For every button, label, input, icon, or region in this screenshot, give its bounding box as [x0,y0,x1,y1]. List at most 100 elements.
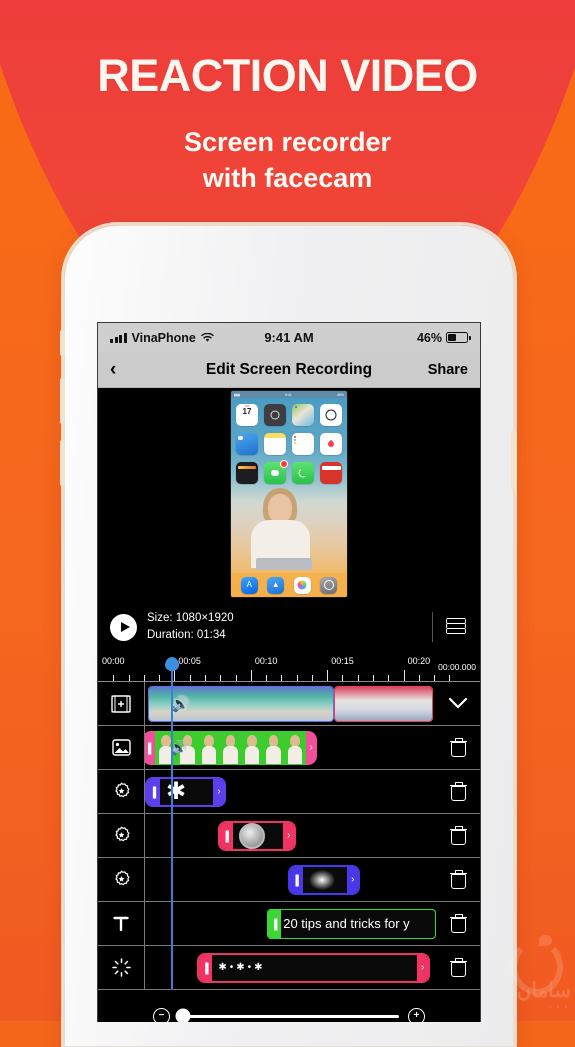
zoom-slider-handle[interactable] [175,1008,191,1022]
clip-glyph-stars: ✱•✱•✱ [218,962,266,973]
promo-header: REACTION VIDEO Screen recorder with face… [0,0,575,197]
trash-icon[interactable] [436,958,480,977]
home-screen-grid: JAN 17 [236,404,342,484]
ruler-label: 00:20 [407,656,431,666]
ruler-label: 00:05 [178,656,201,666]
nav-title: Edit Screen Recording [205,360,373,378]
trash-icon[interactable] [436,782,480,801]
share-button[interactable]: Share [420,362,468,378]
power-button[interactable] [511,430,516,490]
track-clip-area[interactable]: || ✱ › [145,770,436,813]
zoom-slider[interactable] [175,1008,399,1022]
zoom-bar: − + [98,990,480,1022]
dock-icon-files: ▲ [267,576,285,594]
clip-handle-left[interactable]: || [268,909,282,938]
timeline-tracks: 🔊 || › 🔊 || ✱ › || › || › || 20 tips and tricks for … [98,682,480,990]
trash-icon[interactable] [436,738,480,757]
ruler-tick [327,670,329,681]
current-time-label: 00:00.000 [438,662,476,672]
magnifier-minus-icon[interactable]: − [153,1007,170,1022]
image-icon[interactable] [98,726,145,769]
playhead[interactable] [170,682,173,990]
badge-count [280,460,288,468]
volume-up-button[interactable] [60,378,65,424]
clip-thumbnails [335,686,433,721]
app-icon-maps [292,404,314,426]
promo-subtitle-line1: Screen recorder [183,127,392,157]
clip-handle-left[interactable]: || [147,778,160,805]
clip-handle-right[interactable]: › [417,954,429,981]
app-icon-clock [320,404,342,426]
signal-icon [110,332,127,343]
clip-handle-right[interactable]: › [213,778,225,805]
chevron-down-icon[interactable] [436,697,480,710]
sticker-icon[interactable] [98,770,145,813]
video-preview[interactable]: ▮▮▮ 9:41 46% JAN 17 A ▲ [98,388,480,600]
status-bar: VinaPhone 9:41 AM 46% [98,323,480,352]
clip-handle-right[interactable]: › [347,866,359,893]
playhead-marker[interactable] [164,657,179,681]
circle-sticker-clip[interactable]: || › [217,820,297,851]
app-icon-notes [264,433,286,455]
preview-status-bar: ▮▮▮ 9:41 46% [231,391,347,398]
track-clip-area[interactable]: || › [145,814,436,857]
second-video-clip[interactable] [334,685,434,722]
magnifier-plus-icon[interactable]: + [408,1007,425,1022]
dock-icon-settings [320,576,338,594]
sparkle-sticker-clip[interactable]: || ✱ › [145,776,227,807]
track-clip-area[interactable]: || › [145,858,436,901]
track-clip-area[interactable]: 🔊 [145,682,436,725]
battery-percent-label: 46% [416,330,442,345]
track-clip-area[interactable]: || ✱•✱•✱ › [145,946,436,989]
ruler-tick [388,675,390,681]
clip-handle-left[interactable]: || [219,822,233,849]
ruler-label: 00:10 [254,656,278,666]
video-size-label: Size: 1080×1920 [147,612,234,625]
blur-sticker-clip[interactable]: || › [287,864,361,895]
trash-icon[interactable] [436,826,480,845]
ruler-tick [449,675,451,681]
effect-clip[interactable]: || ✱•✱•✱ › [197,952,431,983]
clip-handle-left[interactable]: || [199,954,213,981]
sticker-icon[interactable] [98,858,145,901]
ruler-tick [220,675,222,681]
clip-handle-left[interactable]: || [289,866,303,893]
app-icon-phone [292,462,314,484]
silent-switch[interactable] [60,330,65,356]
timeline-ruler[interactable]: 00:00.000 00:00 00:05 00:10 00:15 00:20 [98,654,480,682]
dock-icon-app-store: A [240,576,258,594]
trash-icon[interactable] [436,914,480,933]
back-button[interactable]: ‹ [110,360,158,379]
track-clip-area[interactable]: || 20 tips and tricks for y [145,902,436,945]
battery-icon [446,332,471,343]
clip-handle-right[interactable]: › [283,822,295,849]
text-clip[interactable]: || 20 tips and tricks for y [267,908,436,939]
screen-recording-clip[interactable]: 🔊 [147,685,335,722]
ruler-tick [128,675,130,681]
ruler-tick [434,675,436,681]
ruler-tick [357,675,359,681]
wifi-icon [200,332,214,342]
timeline-track-text: || 20 tips and tricks for y [98,902,480,946]
video-duration-label: Duration: 01:34 [147,629,226,641]
track-clip-area[interactable]: || › 🔊 [145,726,436,769]
ruler-tick [342,675,344,681]
layers-icon[interactable] [446,618,466,636]
volume-down-button[interactable] [60,440,65,486]
ruler-tick [113,675,115,681]
timeline-track-sticker: || ✱ › [98,770,480,814]
sticker-icon[interactable] [98,814,145,857]
home-screen-dock: A ▲ [231,573,347,597]
clip-handle-right[interactable]: › [306,731,317,765]
film-add-icon[interactable] [98,682,145,725]
text-icon[interactable] [98,902,145,945]
app-icon-calendar: JAN 17 [236,404,258,426]
trash-icon[interactable] [436,870,480,889]
app-icon-wallet [236,462,258,484]
clip-handle-left[interactable]: || [145,731,155,765]
app-icon-reminders [292,433,314,455]
ruler-tick [266,675,268,681]
play-button[interactable] [110,613,137,641]
sparkle-icon[interactable] [98,946,145,989]
timeline-track-sticker: || › [98,814,480,858]
